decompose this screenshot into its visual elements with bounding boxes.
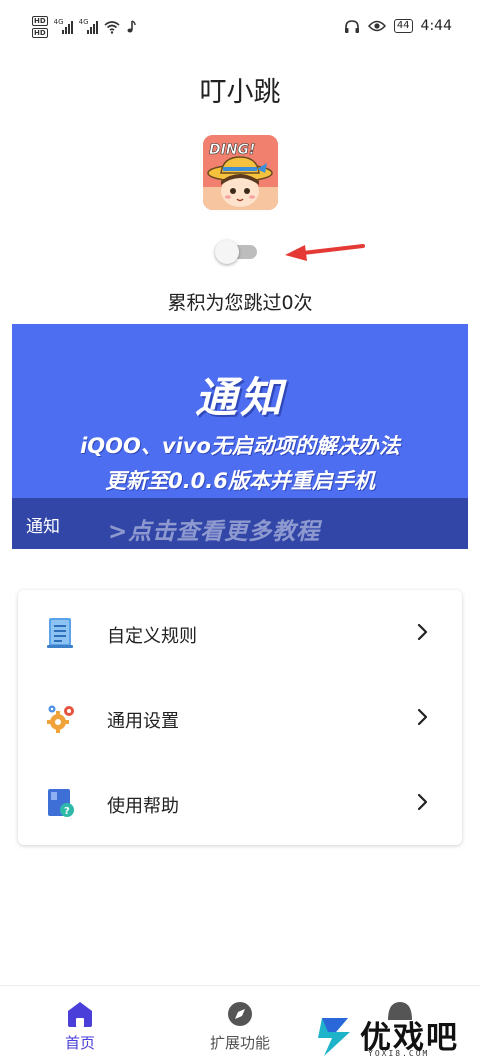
- banner-more-link[interactable]: >点击查看更多教程: [108, 512, 320, 546]
- banner-line-2: 更新至0.0.6版本并重启手机: [105, 469, 375, 493]
- status-bar-left: HD HD 4G 4G: [32, 16, 136, 38]
- avatar-text: DING!: [209, 142, 255, 158]
- gears-icon: [47, 705, 74, 733]
- home-icon: [68, 1002, 92, 1027]
- menu-item-general-settings[interactable]: 通用设置: [18, 675, 462, 760]
- hd-badges: HD HD: [32, 16, 48, 38]
- chevron-right-icon: [417, 623, 428, 641]
- red-arrow-icon: [285, 244, 365, 261]
- menu-item-help[interactable]: ? 使用帮助: [18, 760, 462, 845]
- nav-item-extensions[interactable]: 扩展功能: [180, 986, 300, 1061]
- menu-item-label: 自定义规则: [107, 626, 197, 647]
- status-bar-right: 44 4:44: [344, 18, 452, 34]
- toggle-thumb: [215, 240, 239, 264]
- status-time: 4:44: [420, 18, 452, 34]
- hd-badge: HD: [32, 16, 48, 26]
- service-toggle[interactable]: [215, 238, 259, 264]
- eye-icon: [367, 20, 386, 32]
- watermark-sub: YOXI8.COM: [368, 1049, 430, 1058]
- headphones-icon: [344, 19, 359, 33]
- help-book-icon: ?: [48, 789, 74, 817]
- watermark-logo-icon: [318, 1018, 350, 1056]
- menu-item-label: 使用帮助: [107, 796, 179, 817]
- nav-item-label: 扩展功能: [209, 1034, 270, 1052]
- signal-2-icon: 4G: [78, 18, 98, 34]
- menu-item-custom-rules[interactable]: 自定义规则: [18, 590, 462, 675]
- svg-text:?: ?: [64, 806, 70, 817]
- banner-footer: 通知 >点击查看更多教程: [12, 498, 468, 549]
- wifi-icon: [104, 21, 120, 34]
- notice-banner[interactable]: 通知 iQOO、vivo无启动项的解决办法 更新至0.0.6版本并重启手机 通知…: [12, 324, 468, 549]
- avatar-illustration: DING!: [203, 135, 278, 210]
- signal-1-icon: 4G: [53, 18, 73, 34]
- chevron-right-icon: [417, 793, 428, 811]
- menu-card: 自定义规则 通用设置 ? 使用帮助: [18, 590, 462, 845]
- app-avatar: DING!: [203, 135, 278, 210]
- document-list-icon: [47, 618, 73, 648]
- music-note-icon: [127, 20, 136, 33]
- banner-heading: 通知: [194, 373, 285, 422]
- signal-2-label: 4G: [78, 18, 89, 26]
- app-title: 叮小跳: [199, 77, 281, 108]
- banner-footer-tag: 通知: [26, 517, 60, 537]
- hd-badge: HD: [32, 28, 48, 38]
- skip-counter: 累积为您跳过0次: [167, 292, 313, 314]
- compass-icon: [228, 1002, 252, 1026]
- menu-item-label: 通用设置: [107, 711, 179, 732]
- chevron-right-icon: [417, 708, 428, 726]
- signal-1-label: 4G: [53, 18, 64, 26]
- battery-indicator: 44: [393, 19, 413, 33]
- nav-item-label: 首页: [64, 1034, 95, 1052]
- nav-item-home[interactable]: 首页: [20, 986, 140, 1061]
- banner-line-1: iQOO、vivo无启动项的解决办法: [80, 434, 400, 458]
- status-bar: HD HD 4G 4G 44 4:44: [0, 0, 480, 58]
- watermark: 优戏吧 YOXI8.COM: [310, 1012, 480, 1061]
